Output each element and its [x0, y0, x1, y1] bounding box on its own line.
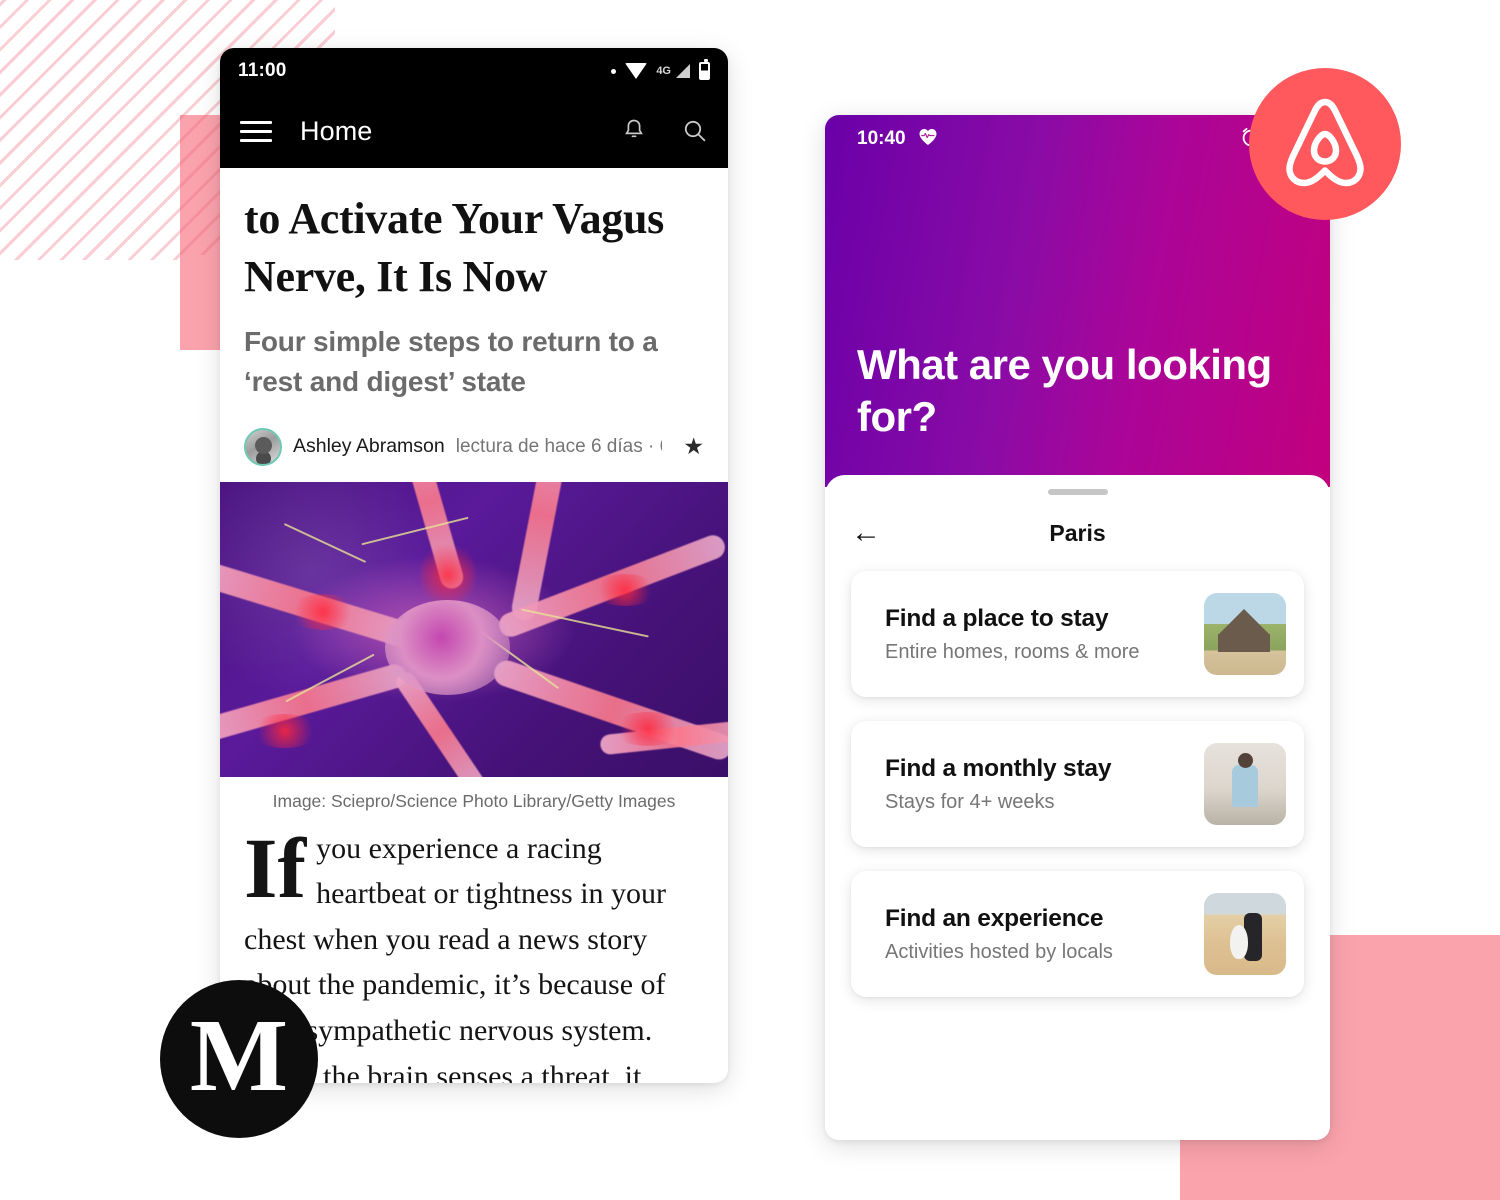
article-subhead: Four simple steps to return to a ‘rest a…	[244, 326, 658, 397]
article-byline: Ashley Abramson lectura de hace 6 días ·…	[244, 427, 704, 482]
search-option-card-experience[interactable]: Find an experience Activities hosted by …	[851, 871, 1304, 997]
author-name[interactable]: Ashley Abramson	[293, 435, 445, 458]
airbnb-belo-logo	[1249, 68, 1401, 220]
airbnb-status-bar: 10:40	[857, 115, 1298, 163]
neuron-soma	[385, 599, 510, 695]
article-meta: lectura de hace 6 días · 6 …	[455, 435, 663, 457]
article-headline: to Activate Your Vagus Nerve, It Is Now	[244, 194, 664, 302]
airbnb-belo-glyph	[1286, 98, 1364, 187]
star-icon[interactable]: ★	[673, 433, 704, 460]
search-option-card-stay[interactable]: Find a place to stay Entire homes, rooms…	[851, 571, 1304, 697]
neuron-glow	[288, 593, 358, 630]
battery-icon	[699, 59, 710, 80]
status-bar-clock: 10:40	[857, 128, 906, 149]
status-bar-icons: 4G	[611, 59, 710, 80]
article-hero-image	[220, 481, 728, 777]
surfers-beach-thumbnail	[1204, 893, 1286, 975]
back-arrow-icon[interactable]: ←	[851, 518, 881, 548]
card-text: Find a place to stay Entire homes, rooms…	[885, 605, 1204, 664]
page-title: Home	[300, 115, 373, 146]
body-dropcap: If	[244, 819, 307, 916]
card-title: Find a monthly stay	[885, 754, 1112, 782]
neuron-glow	[592, 573, 658, 606]
image-caption: Image: Sciepro/Science Photo Library/Get…	[272, 790, 676, 811]
medium-status-bar: 11:00 4G	[220, 48, 728, 94]
article-header: to Activate Your Vagus Nerve, It Is Now …	[220, 190, 728, 482]
card-text: Find an experience Activities hosted by …	[885, 905, 1204, 964]
card-subtitle: Activities hosted by locals	[885, 940, 1113, 963]
card-text: Find a monthly stay Stays for 4+ weeks	[885, 755, 1204, 814]
notification-bell-icon[interactable]	[622, 118, 646, 144]
app-bar-actions	[622, 118, 708, 144]
neuron-axon	[283, 522, 367, 563]
house-thumbnail	[1204, 593, 1286, 675]
medium-logo: M	[160, 980, 318, 1138]
dot-icon	[611, 68, 617, 74]
selected-place-title: Paris	[1049, 519, 1106, 546]
medium-app-bar: Home	[220, 94, 728, 168]
avatar[interactable]	[244, 427, 282, 466]
wifi-icon	[625, 63, 648, 79]
kitchen-thumbnail	[1204, 743, 1286, 825]
card-subtitle: Entire homes, rooms & more	[885, 640, 1140, 663]
search-option-card-monthly[interactable]: Find a monthly stay Stays for 4+ weeks	[851, 721, 1304, 847]
card-title: Find an experience	[885, 904, 1104, 932]
hero-heading: What are you looking for?	[857, 340, 1272, 440]
search-icon[interactable]	[682, 118, 708, 144]
hamburger-menu-icon[interactable]	[240, 115, 272, 148]
airbnb-app-phone-mockup: 10:40 What are you looking for? ← Paris …	[825, 115, 1330, 1140]
medium-logo-letter: M	[189, 998, 289, 1113]
neuron-glow	[250, 713, 320, 748]
card-title: Find a place to stay	[885, 604, 1109, 632]
medium-app-phone-mockup: 11:00 4G Home to Activate Your Vagus Ner…	[220, 48, 728, 1083]
signal-icon	[676, 64, 690, 78]
4g-icon: 4G	[656, 65, 671, 77]
sheet-header: ← Paris	[851, 495, 1304, 571]
heart-icon	[918, 128, 938, 151]
card-subtitle: Stays for 4+ weeks	[885, 790, 1055, 813]
search-bottom-sheet: ← Paris Find a place to stay Entire home…	[825, 475, 1330, 1140]
status-bar-clock: 11:00	[238, 60, 287, 81]
neuron-glow	[612, 711, 684, 746]
